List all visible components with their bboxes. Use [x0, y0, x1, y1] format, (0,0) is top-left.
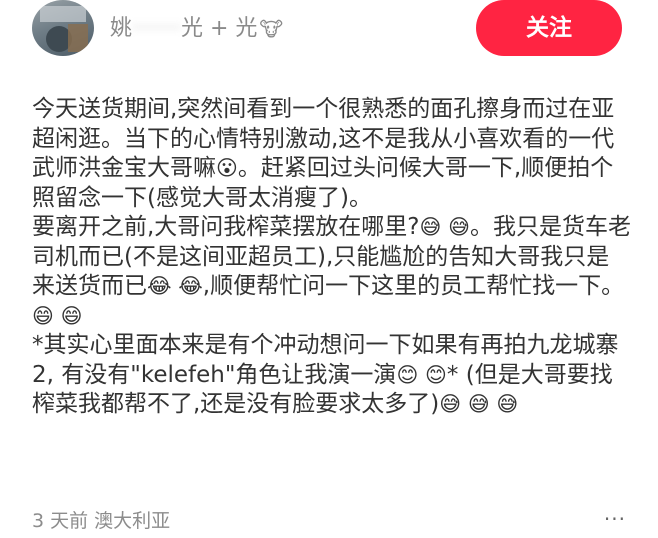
post-paragraph-2: 要离开之前,大哥问我榨菜摆放在哪里?😅 😅。我只是货车老司机而已(不是这间亚超员… [32, 214, 631, 328]
post-footer: 3 天前 澳大利亚 ··· [32, 506, 626, 534]
username[interactable]: 姚·······光 + 光 🐮 [110, 14, 283, 44]
more-icon[interactable]: ··· [604, 506, 626, 532]
post-content: 今天送货期间,突然间看到一个很熟悉的面孔擦身而过在亚超闲逛。当下的心情特别激动,… [32, 95, 632, 420]
post-paragraph-3: *其实心里面本来是有个冲动想问一下如果有再拍九龙城寨2, 有没有"kelefeh… [32, 332, 619, 417]
emoji-sweat-smile-icon: 😅 😅 [419, 215, 470, 239]
emoji-grin-icon: 😄 😄 [32, 303, 83, 328]
emoji-laugh-cry-icon: 😂 😂 [147, 274, 203, 298]
post-meta: 3 天前 澳大利亚 [32, 510, 171, 532]
follow-button[interactable]: 关注 [476, 0, 622, 56]
cow-icon: 🐮 [259, 17, 284, 41]
post-header: 姚·······光 + 光 🐮 关注 [0, 0, 658, 60]
emoji-sweat-smile-icon: 😅 😅 😅 [439, 392, 519, 416]
emoji-shocked-icon: 😮 [216, 156, 238, 180]
username-start: 姚 [110, 16, 133, 41]
post-paragraph-1: 今天送货期间,突然间看到一个很熟悉的面孔擦身而过在亚超闲逛。当下的心情特别激动,… [32, 96, 615, 211]
emoji-blush-icon: 😊 😊 [396, 362, 447, 387]
post-page: 姚·······光 + 光 🐮 关注 今天送货期间,突然间看到一个很熟悉的面孔擦身… [0, 0, 658, 538]
username-end: 光 + 光 [180, 16, 258, 41]
avatar[interactable] [32, 0, 94, 56]
username-blurred: ······· [132, 16, 181, 41]
